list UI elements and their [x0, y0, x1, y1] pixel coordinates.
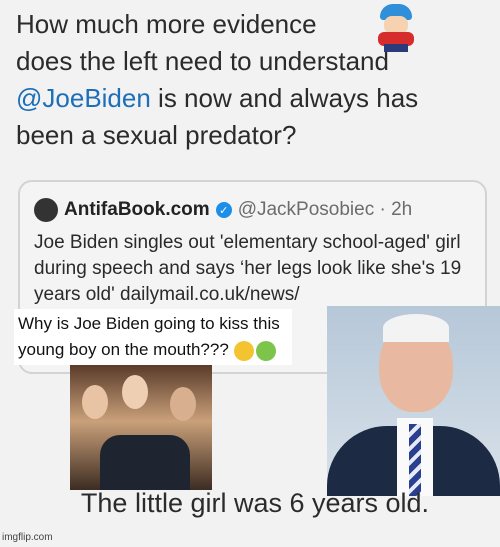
overlay-caption: Why is Joe Biden going to kiss this youn… — [14, 309, 292, 365]
verified-check-icon: ✓ — [215, 202, 232, 218]
avatar — [34, 198, 58, 222]
watermark: imgflip.com — [2, 532, 53, 543]
thinking-face-icon — [233, 340, 254, 361]
event-photo — [70, 365, 212, 490]
account-name[interactable]: AntifaBook.com — [64, 199, 210, 221]
cartoon-character-sticker — [372, 4, 420, 52]
embedded-tweet-body: Joe Biden singles out 'elementary school… — [34, 232, 462, 305]
tweet-line-3-rest: is now and always has — [150, 83, 419, 113]
mention-link[interactable]: @JoeBiden — [16, 83, 151, 113]
embedded-tweet-header: AntifaBook.com ✓ @JackPosobiec · 2h — [34, 198, 412, 222]
portrait-photo — [327, 306, 500, 496]
footer-text: The little girl was 6 years old. — [80, 488, 430, 518]
handle-time: @JackPosobiec · 2h — [237, 199, 413, 220]
nauseated-face-icon — [255, 340, 276, 361]
tweet-line-3: @JoeBiden is now and always has — [16, 80, 486, 117]
tweet-line-4: been a sexual predator? — [16, 120, 297, 150]
